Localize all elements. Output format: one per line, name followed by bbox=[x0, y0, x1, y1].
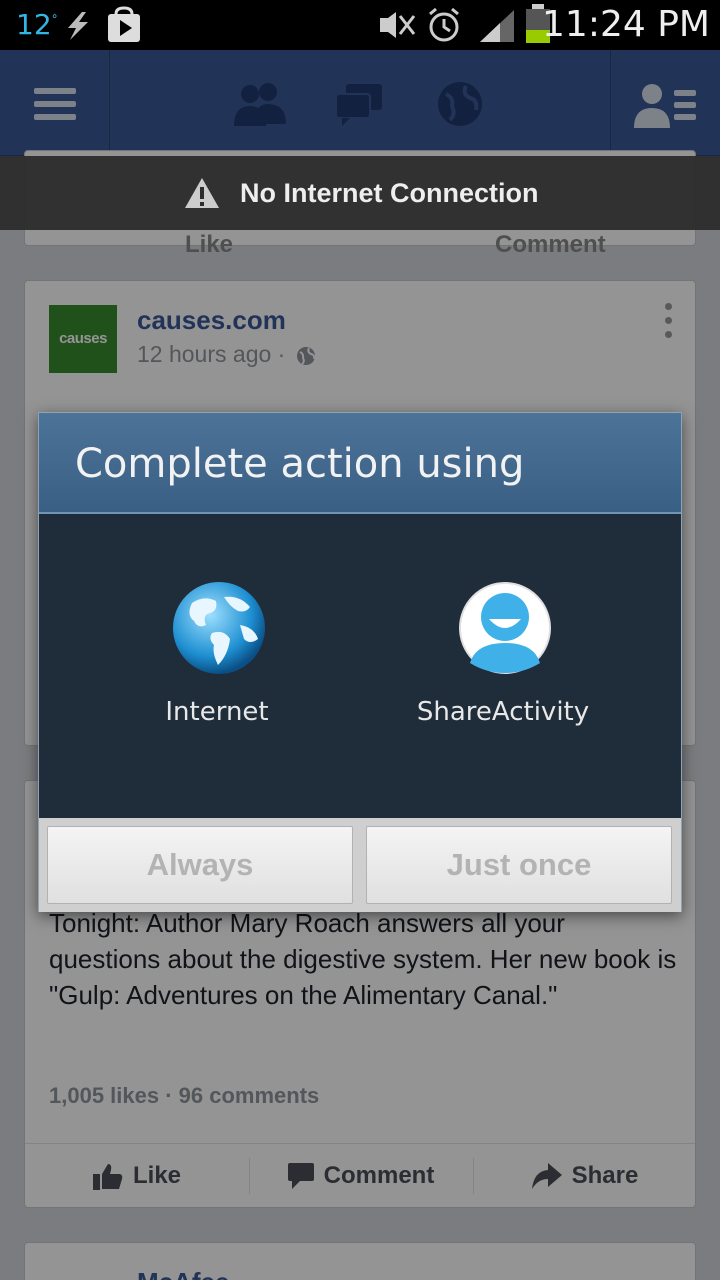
dialog-title-bar: Complete action using bbox=[39, 413, 681, 514]
option-shareactivity[interactable]: ShareActivity bbox=[373, 581, 633, 731]
lightning-icon bbox=[68, 12, 88, 40]
weather-temperature: 12° bbox=[16, 8, 58, 41]
share-activity-icon bbox=[459, 582, 551, 674]
connection-warning-bar: No Internet Connection bbox=[0, 156, 720, 230]
dialog-title: Complete action using bbox=[75, 441, 525, 487]
option-internet[interactable]: Internet bbox=[87, 581, 347, 731]
signal-icon bbox=[480, 10, 514, 42]
clock: 11:24 PM bbox=[542, 4, 710, 45]
option-label: Internet bbox=[165, 697, 269, 727]
warning-text: No Internet Connection bbox=[240, 178, 539, 208]
just-once-button[interactable]: Just once bbox=[366, 826, 672, 904]
warning-icon bbox=[185, 178, 219, 208]
dialog-button-bar: Always Just once bbox=[39, 818, 681, 912]
complete-action-dialog: Complete action using Internet ShareActi… bbox=[38, 412, 682, 912]
play-store-icon bbox=[108, 6, 140, 42]
alarm-icon bbox=[429, 7, 459, 42]
option-label: ShareActivity bbox=[416, 697, 590, 727]
status-bar: 12° 11:24 PM bbox=[0, 0, 720, 50]
internet-globe-icon bbox=[173, 582, 265, 674]
no-sound-icon bbox=[380, 12, 416, 38]
always-button[interactable]: Always bbox=[47, 826, 353, 904]
